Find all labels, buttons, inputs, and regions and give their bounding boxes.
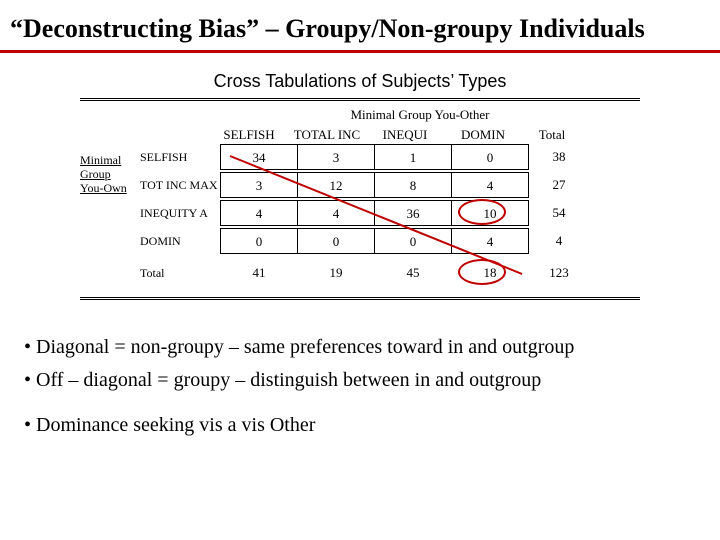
- cell-r3c3: 36: [374, 200, 452, 226]
- cell-r3c2: 4: [297, 200, 375, 226]
- row-group-header: Minimal Group You-Own: [80, 153, 140, 195]
- row-name-selfish: SELFISH: [140, 150, 220, 165]
- row-name-domin: DOMIN: [140, 234, 220, 249]
- cell-tottot: 123: [529, 262, 589, 284]
- cell-r2tot: 27: [529, 177, 589, 193]
- cell-r1c1: 34: [220, 144, 298, 170]
- rule-bottom: [80, 297, 640, 300]
- column-headers: SELFISH TOTAL INC INEQUI DOMIN Total: [80, 127, 640, 143]
- cell-r3c4: 10: [451, 200, 529, 226]
- cell-r2c1: 3: [220, 172, 298, 198]
- col-totalinc: TOTAL INC: [288, 127, 366, 143]
- table-caption: Cross Tabulations of Subjects’ Types: [0, 71, 720, 92]
- row-group-l1: Minimal: [80, 153, 140, 167]
- cell-r1c4: 0: [451, 144, 529, 170]
- table-grid: Minimal Group You-Other Minimal Group Yo…: [80, 107, 640, 287]
- row-group-l2: Group: [80, 167, 140, 181]
- col-inequi: INEQUI: [366, 127, 444, 143]
- bullet-2-text: Off – diagonal = groupy – distinguish be…: [36, 369, 541, 391]
- cell-r2c2: 12: [297, 172, 375, 198]
- cell-r3c1: 4: [220, 200, 298, 226]
- cell-r2c4: 4: [451, 172, 529, 198]
- bullet-1-text: Diagonal = non-groupy – same preferences…: [36, 336, 574, 358]
- cell-r1c3: 1: [374, 144, 452, 170]
- table-row: INEQUITY A 4 4 36 10 54: [80, 199, 640, 227]
- col-group-header: Minimal Group You-Other: [80, 107, 640, 123]
- col-total: Total: [522, 127, 582, 143]
- slide-title: “Deconstructing Bias” – Groupy/Non-group…: [0, 0, 720, 50]
- cell-totc1: 41: [220, 262, 298, 284]
- cell-r4c3: 0: [374, 228, 452, 254]
- cell-r4tot: 4: [529, 233, 589, 249]
- cell-r4c2: 0: [297, 228, 375, 254]
- table-row: TOT INC MAX 3 12 8 4 27: [80, 171, 640, 199]
- row-group-l3: You-Own: [80, 181, 140, 195]
- row-name-inequity: INEQUITY A: [140, 206, 220, 221]
- cell-r4c1: 0: [220, 228, 298, 254]
- row-name-total: Total: [140, 266, 220, 281]
- table-row: SELFISH 34 3 1 0 38: [80, 143, 640, 171]
- col-domin: DOMIN: [444, 127, 522, 143]
- cell-r1c2: 3: [297, 144, 375, 170]
- bullet-3: • Dominance seeking vis a vis Other: [24, 414, 720, 437]
- bullet-2: • Off – diagonal = groupy – distinguish …: [24, 369, 720, 392]
- title-rule: [0, 50, 720, 53]
- cell-r1tot: 38: [529, 149, 589, 165]
- row-name-totinc: TOT INC MAX: [140, 178, 220, 193]
- cell-totc2: 19: [297, 262, 375, 284]
- table-row-total: Total 41 19 45 18 123: [80, 259, 640, 287]
- bullet-3-text: Dominance seeking vis a vis Other: [36, 414, 315, 436]
- bullet-list: • Diagonal = non-groupy – same preferenc…: [24, 336, 720, 437]
- table-row: DOMIN 0 0 0 4 4: [80, 227, 640, 255]
- cell-r2c3: 8: [374, 172, 452, 198]
- bullet-1: • Diagonal = non-groupy – same preferenc…: [24, 336, 720, 359]
- cell-r3tot: 54: [529, 205, 589, 221]
- col-selfish: SELFISH: [210, 127, 288, 143]
- cell-totc4: 18: [451, 262, 529, 284]
- cross-tab-table: Minimal Group You-Other Minimal Group Yo…: [80, 98, 640, 300]
- rule-top: [80, 98, 640, 101]
- cell-r4c4: 4: [451, 228, 529, 254]
- cell-totc3: 45: [374, 262, 452, 284]
